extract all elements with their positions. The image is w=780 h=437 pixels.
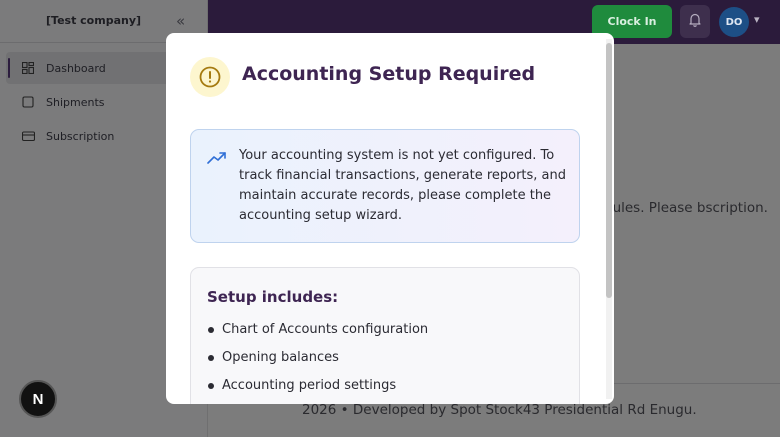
next-dev-badge[interactable]: N <box>19 380 57 418</box>
main-content-text: dules. Please bscription. <box>604 200 768 216</box>
scrollbar-thumb[interactable] <box>606 43 612 298</box>
company-name: [Test company] <box>46 14 142 27</box>
notifications-button[interactable] <box>680 5 710 38</box>
sidebar-item-label: Subscription <box>46 129 115 143</box>
chevron-down-icon[interactable]: ▾ <box>754 13 760 26</box>
setup-list: Chart of Accounts configuration Opening … <box>207 320 428 404</box>
sidebar-item-label: Shipments <box>46 95 105 109</box>
modal-scrollbar[interactable] <box>606 39 612 399</box>
avatar[interactable]: DO <box>719 7 749 37</box>
sidebar-item-label: Dashboard <box>46 61 106 75</box>
list-item: Chart of Accounts configuration <box>207 320 428 348</box>
footer-text: 2026 • Developed by Spot Stock43 Preside… <box>302 402 697 418</box>
dashboard-icon <box>22 62 34 74</box>
trending-up-icon <box>207 150 227 169</box>
setup-includes-panel: Setup includes: Chart of Accounts config… <box>190 267 580 404</box>
info-text: Your accounting system is not yet config… <box>239 148 567 223</box>
list-item: Opening balances <box>207 348 428 376</box>
modal-title: Accounting Setup Required <box>242 63 536 85</box>
bell-icon <box>688 12 702 31</box>
info-alert: Your accounting system is not yet config… <box>190 129 580 243</box>
box-icon <box>22 96 34 108</box>
double-chevron-left-icon[interactable]: « <box>176 12 185 30</box>
alert-circle-icon <box>190 57 230 97</box>
setup-title: Setup includes: <box>207 288 339 306</box>
credit-card-icon <box>22 130 35 142</box>
list-item: Accounting period settings <box>207 376 428 404</box>
accounting-setup-modal: Accounting Setup Required Your accountin… <box>166 33 614 404</box>
